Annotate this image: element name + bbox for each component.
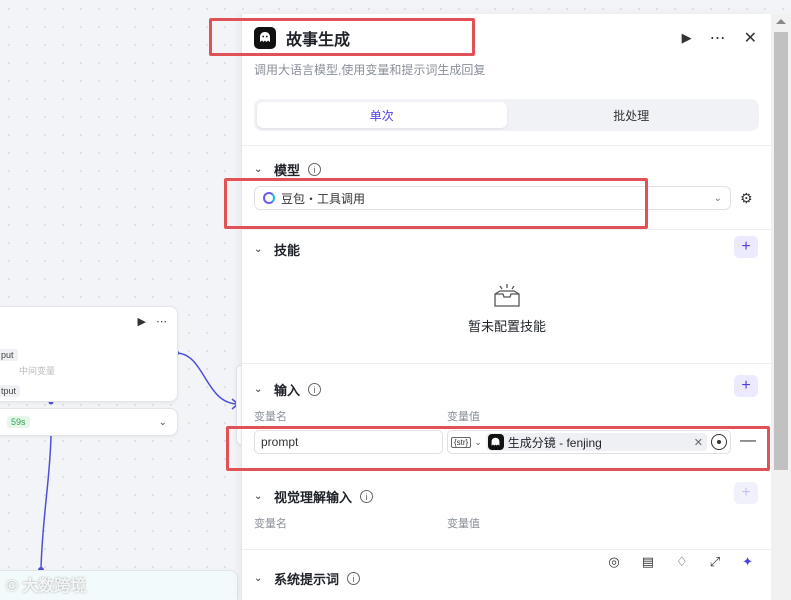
connector-line-down xyxy=(40,435,52,571)
tab-single[interactable]: 单次 xyxy=(257,102,507,128)
panel-actions: ▶ ⋯ ✕ xyxy=(682,28,757,48)
node-actions: ▶ ⋯ xyxy=(138,315,167,328)
watermark-text: 大数跨境 xyxy=(22,578,87,595)
expand-icon[interactable]: ⤢ xyxy=(710,554,720,570)
chevron-down-icon[interactable]: ⌄ xyxy=(254,573,266,584)
highlight-box-title xyxy=(209,18,475,56)
ai-sparkle-icon[interactable]: ✦ xyxy=(742,554,753,570)
system-prompt-section-header[interactable]: ⌄ 系统提示词 i xyxy=(254,569,361,588)
panel-scrollbar[interactable] xyxy=(771,14,791,600)
chevron-down-icon: ⌄ xyxy=(713,192,722,204)
output-tag-label: put xyxy=(0,349,18,361)
gear-icon[interactable]: ⚙ xyxy=(740,190,753,207)
input-section-header[interactable]: ⌄ 输入 i xyxy=(254,380,322,399)
visual-input-section-label: 视觉理解输入 xyxy=(274,490,353,505)
scroll-thumb[interactable] xyxy=(774,32,788,470)
info-icon[interactable]: i xyxy=(347,572,361,585)
close-icon[interactable]: ✕ xyxy=(744,28,757,48)
node-run-icon[interactable]: ▶ xyxy=(138,315,146,328)
more-icon[interactable]: ⋯ xyxy=(710,28,726,48)
run-icon[interactable]: ▶ xyxy=(682,30,692,46)
var-name-column-label: 变量名 xyxy=(254,411,287,423)
divider xyxy=(242,145,771,146)
system-prompt-section-label: 系统提示词 xyxy=(274,572,340,587)
chevron-down-icon[interactable]: ⌄ xyxy=(254,491,266,502)
node-more-icon[interactable]: ⋯ xyxy=(156,315,167,328)
mode-tabs: 单次 批处理 xyxy=(254,99,759,131)
node-status-bar[interactable]: 59s ⌄ xyxy=(0,408,178,436)
visual-input-section-header[interactable]: ⌄ 视觉理解输入 i xyxy=(254,487,374,506)
node-output-tag: put xyxy=(0,345,18,363)
chevron-down-icon[interactable]: ⌄ xyxy=(254,244,266,255)
empty-skills-text: 暂未配置技能 xyxy=(467,319,546,334)
highlight-box-input xyxy=(226,426,770,471)
chevron-down-icon[interactable]: ⌄ xyxy=(254,164,266,175)
output-tag-label-2: tput xyxy=(0,385,21,397)
watermark-logo-icon: © xyxy=(6,578,18,595)
library-icon[interactable]: ▤ xyxy=(642,554,654,570)
tab-batch[interactable]: 批处理 xyxy=(507,102,757,128)
info-icon[interactable]: i xyxy=(308,163,322,176)
input-section-label: 输入 xyxy=(274,383,301,398)
empty-box-icon xyxy=(494,284,520,307)
lightbulb-icon[interactable]: ♢ xyxy=(676,554,688,570)
system-prompt-toolbar: ◎ ▤ ♢ ⤢ ✦ xyxy=(608,554,753,570)
divider xyxy=(242,363,771,364)
panel-subtitle: 调用大语言模型,使用变量和提示词生成回复 xyxy=(254,63,486,77)
model-section-label: 模型 xyxy=(274,163,301,178)
var-value-column-label: 变量值 xyxy=(447,411,480,423)
divider xyxy=(242,549,771,550)
divider xyxy=(242,229,771,230)
chevron-down-icon[interactable]: ⌄ xyxy=(254,384,266,395)
node-faint-label: 中间变量 xyxy=(19,366,56,376)
info-icon[interactable]: i xyxy=(308,383,322,396)
add-input-button[interactable]: + xyxy=(734,375,758,397)
watermark: © 大数跨境 xyxy=(6,572,86,596)
model-section-header[interactable]: ⌄ 模型 i xyxy=(254,160,322,179)
scroll-up-icon[interactable] xyxy=(776,19,786,24)
visual-var-name-column-label: 变量名 xyxy=(254,518,287,530)
skills-section-label: 技能 xyxy=(274,243,301,258)
duration-badge: 59s xyxy=(7,416,30,428)
workflow-node[interactable]: ▶ ⋯ put 中间变量 tput xyxy=(0,306,178,402)
add-skill-button[interactable]: + xyxy=(734,236,758,258)
empty-skills-state: 暂未配置技能 xyxy=(242,282,771,335)
add-visual-input-button[interactable]: + xyxy=(734,482,758,504)
info-icon[interactable]: i xyxy=(360,490,374,503)
node-output-tag-2: tput xyxy=(0,381,21,399)
chevron-down-icon[interactable]: ⌄ xyxy=(159,417,167,428)
connector-line xyxy=(175,352,239,405)
visual-var-value-column-label: 变量值 xyxy=(447,518,480,530)
node-config-panel: 故事生成 ▶ ⋯ ✕ 调用大语言模型,使用变量和提示词生成回复 单次 批处理 ⌄… xyxy=(241,14,771,600)
compass-icon[interactable]: ◎ xyxy=(608,554,619,570)
highlight-box-model xyxy=(224,178,648,229)
skills-section-header[interactable]: ⌄ 技能 xyxy=(254,240,300,259)
